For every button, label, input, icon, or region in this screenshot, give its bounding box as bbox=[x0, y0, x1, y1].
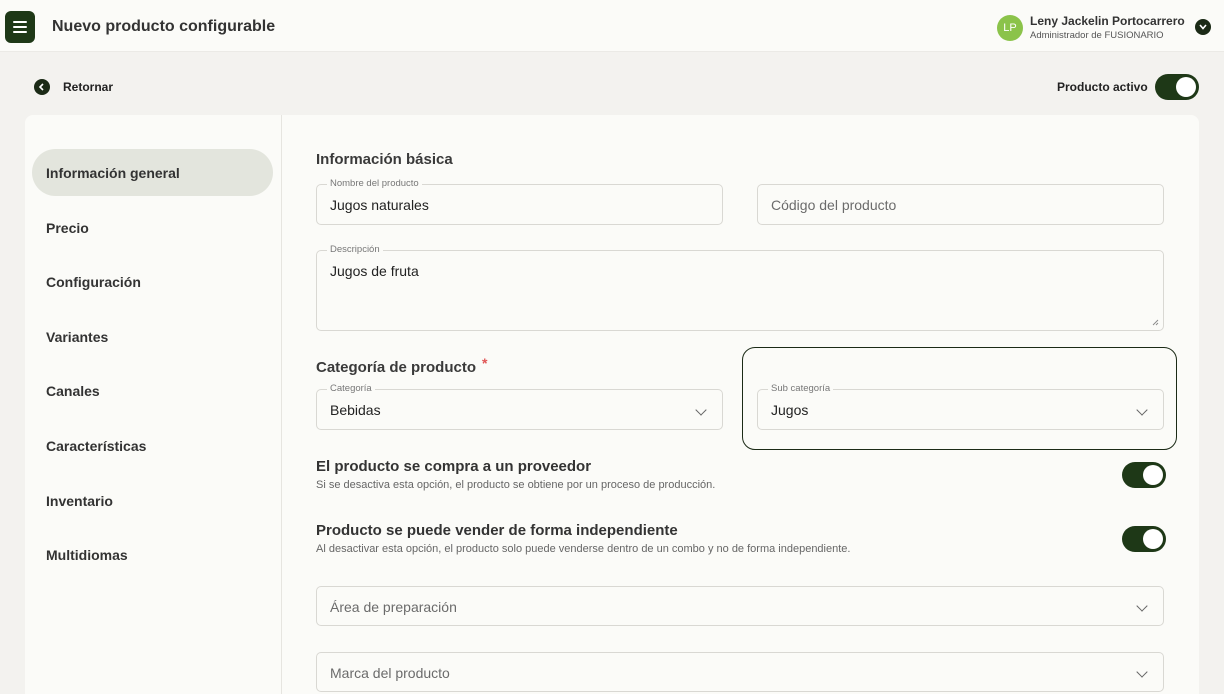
chevron-down-icon bbox=[1136, 404, 1148, 416]
category-label: Categoría bbox=[327, 383, 375, 394]
subcategory-value: Jugos bbox=[771, 402, 809, 418]
avatar[interactable]: LP bbox=[997, 15, 1023, 41]
category-title-text: Categoría de producto bbox=[316, 359, 477, 376]
subcategory-select[interactable]: Sub categoría Jugos bbox=[757, 383, 1164, 430]
sidebar-divider bbox=[281, 115, 282, 694]
sidebar-item-variantes[interactable]: Variantes bbox=[32, 313, 273, 360]
chevron-down-icon[interactable] bbox=[1195, 19, 1211, 35]
page-title: Nuevo producto configurable bbox=[52, 18, 276, 35]
sidebar-item-precio[interactable]: Precio bbox=[32, 204, 273, 251]
product-name-field[interactable]: Nombre del producto Jugos naturales bbox=[316, 178, 723, 225]
sidebar-item-informacion-general[interactable]: Información general bbox=[32, 149, 273, 196]
sidebar-item-configuracion[interactable]: Configuración bbox=[32, 258, 273, 305]
supplier-option-desc: Si se desactiva esta opción, el producto… bbox=[316, 479, 716, 491]
menu-icon[interactable] bbox=[5, 11, 35, 43]
prep-area-placeholder: Área de preparación bbox=[330, 599, 457, 615]
resize-grip-icon[interactable] bbox=[1152, 319, 1159, 326]
sidebar-item-caracteristicas[interactable]: Características bbox=[32, 422, 273, 469]
sidebar-item-canales[interactable]: Canales bbox=[32, 367, 273, 414]
brand-select[interactable]: Marca del producto bbox=[316, 652, 1164, 692]
description-value: Jugos de fruta bbox=[330, 263, 419, 279]
user-role: Administrador de FUSIONARIO bbox=[1030, 30, 1164, 41]
supplier-toggle[interactable] bbox=[1122, 462, 1166, 488]
product-name-value: Jugos naturales bbox=[330, 197, 429, 213]
back-arrow-icon[interactable] bbox=[34, 79, 50, 95]
category-select[interactable]: Categoría Bebidas bbox=[316, 383, 723, 430]
product-code-placeholder: Código del producto bbox=[771, 197, 897, 213]
standalone-option-desc: Al desactivar esta opción, el producto s… bbox=[316, 543, 851, 555]
required-mark: * bbox=[482, 355, 488, 371]
subcategory-label: Sub categoría bbox=[768, 383, 834, 394]
description-field[interactable]: Descripción Jugos de fruta bbox=[316, 244, 1164, 331]
product-active-label: Producto activo bbox=[1057, 80, 1148, 94]
product-active-toggle[interactable] bbox=[1155, 74, 1199, 100]
chevron-down-icon bbox=[695, 404, 707, 416]
category-value: Bebidas bbox=[330, 402, 381, 418]
category-title: Categoría de producto * bbox=[316, 355, 487, 376]
brand-placeholder: Marca del producto bbox=[330, 665, 450, 681]
product-code-field[interactable]: Código del producto bbox=[757, 184, 1164, 225]
basic-info-title: Información básica bbox=[316, 151, 453, 168]
back-button[interactable]: Retornar bbox=[63, 80, 113, 94]
sidebar-item-inventario[interactable]: Inventario bbox=[32, 477, 273, 524]
supplier-option-title: El producto se compra a un proveedor bbox=[316, 458, 592, 475]
prep-area-select[interactable]: Área de preparación bbox=[316, 586, 1164, 626]
product-name-label: Nombre del producto bbox=[327, 178, 422, 189]
sidebar-item-multidiomas[interactable]: Multidiomas bbox=[32, 531, 273, 578]
standalone-toggle[interactable] bbox=[1122, 526, 1166, 552]
chevron-down-icon bbox=[1136, 666, 1148, 678]
user-name: Leny Jackelin Portocarrero bbox=[1030, 14, 1185, 28]
description-label: Descripción bbox=[327, 244, 383, 255]
chevron-down-icon bbox=[1136, 600, 1148, 612]
top-bar: Nuevo producto configurable LP Leny Jack… bbox=[0, 0, 1224, 52]
standalone-option-title: Producto se puede vender de forma indepe… bbox=[316, 522, 678, 539]
